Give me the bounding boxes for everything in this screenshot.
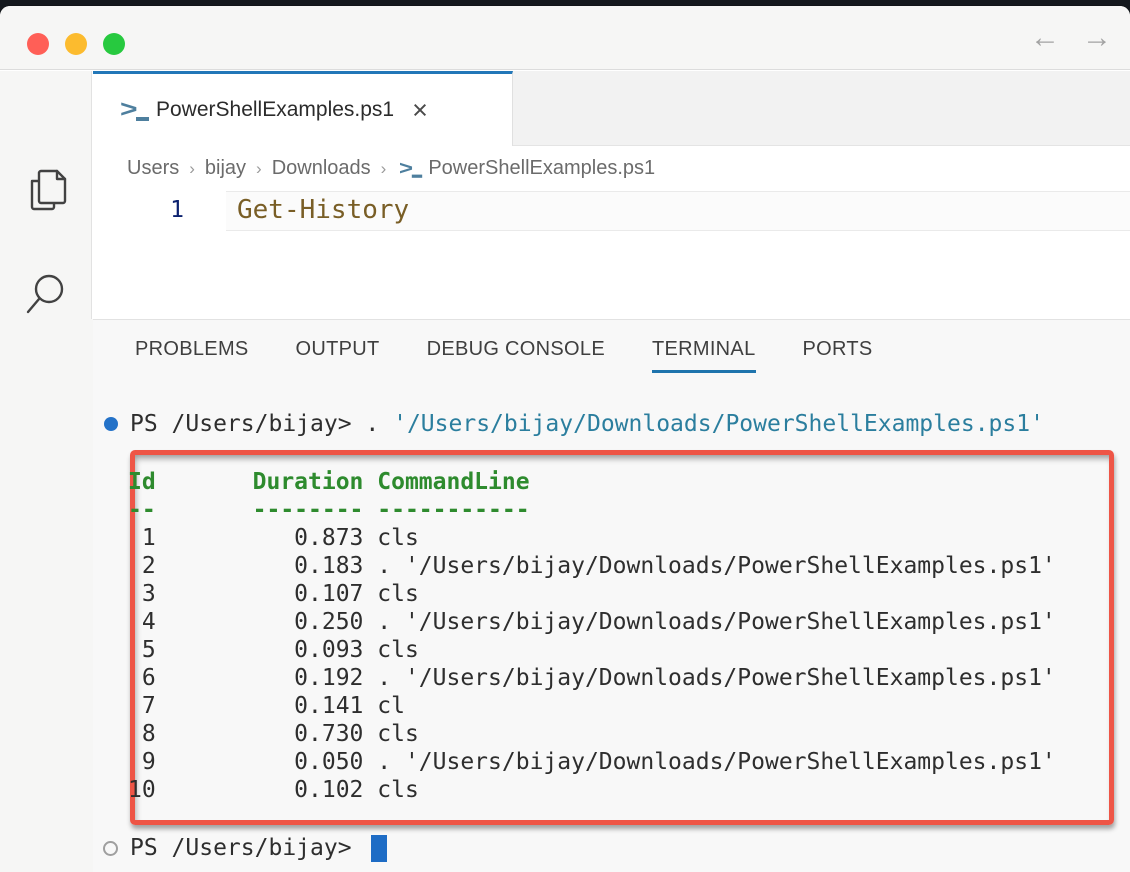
zoom-window-button[interactable] bbox=[103, 33, 125, 55]
terminal-cursor[interactable] bbox=[371, 835, 387, 862]
code-text[interactable]: Get-History bbox=[226, 191, 1130, 231]
table-header: Id Duration CommandLine bbox=[128, 468, 1056, 496]
panel-tab-bar: PROBLEMS OUTPUT DEBUG CONSOLE TERMINAL P… bbox=[135, 338, 873, 373]
breadcrumb-item-downloads[interactable]: Downloads bbox=[272, 157, 371, 180]
tab-output[interactable]: OUTPUT bbox=[296, 338, 380, 373]
table-row: 2 0.183 . '/Users/bijay/Downloads/PowerS… bbox=[128, 552, 1056, 580]
bottom-panel: PROBLEMS OUTPUT DEBUG CONSOLE TERMINAL P… bbox=[93, 319, 1130, 872]
close-tab-icon[interactable]: × bbox=[412, 100, 428, 120]
table-row: 3 0.107 cls bbox=[128, 580, 1056, 608]
chevron-right-icon: › bbox=[381, 159, 387, 179]
pending-command-circle-icon bbox=[103, 841, 118, 856]
table-row: 6 0.192 . '/Users/bijay/Downloads/PowerS… bbox=[128, 664, 1056, 692]
table-header-underline: -- -------- ----------- bbox=[128, 496, 1056, 524]
tab-debug-console[interactable]: DEBUG CONSOLE bbox=[427, 338, 605, 373]
table-row: 4 0.250 . '/Users/bijay/Downloads/PowerS… bbox=[128, 608, 1056, 636]
terminal-prompt: PS /Users/bijay> bbox=[130, 835, 365, 861]
editor-region[interactable]: 1 Get-History bbox=[93, 191, 1130, 319]
close-window-button[interactable] bbox=[27, 33, 49, 55]
vscode-window: ← → bbox=[0, 6, 1130, 872]
tab-ports[interactable]: PORTS bbox=[803, 338, 873, 373]
powershell-icon: > bbox=[120, 97, 150, 123]
tab-powershellexamples[interactable]: > PowerShellExamples.ps1 × bbox=[93, 71, 513, 146]
navigate-forward-icon[interactable]: → bbox=[1082, 23, 1112, 53]
activity-bar-lower bbox=[0, 319, 93, 872]
breadcrumb: Users › bijay › Downloads › > PowerShell… bbox=[93, 146, 1130, 191]
terminal-executed-line[interactable]: PS /Users/bijay> . '/Users/bijay/Downloa… bbox=[93, 410, 1130, 438]
table-row: 1 0.873 cls bbox=[128, 524, 1056, 552]
table-row: 8 0.730 cls bbox=[128, 720, 1056, 748]
table-row: 7 0.141 cl bbox=[128, 692, 1056, 720]
table-row: 5 0.093 cls bbox=[128, 636, 1056, 664]
terminal-output-table: Id Duration CommandLine -- -------- ----… bbox=[128, 468, 1056, 804]
terminal-prompt: PS /Users/bijay> . bbox=[130, 411, 393, 437]
breadcrumb-item-users[interactable]: Users bbox=[127, 157, 179, 180]
powershell-icon: > bbox=[399, 158, 423, 179]
tab-strip bbox=[513, 71, 1130, 146]
table-row: 9 0.050 . '/Users/bijay/Downloads/PowerS… bbox=[128, 748, 1056, 776]
tab-problems[interactable]: PROBLEMS bbox=[135, 338, 249, 373]
line-number: 1 bbox=[93, 191, 226, 231]
search-icon[interactable] bbox=[19, 267, 73, 321]
command-success-dot-icon bbox=[104, 417, 118, 431]
breadcrumb-item-file[interactable]: PowerShellExamples.ps1 bbox=[428, 157, 655, 180]
chevron-right-icon: › bbox=[189, 159, 195, 179]
breadcrumb-item-bijay[interactable]: bijay bbox=[205, 157, 246, 180]
tab-terminal[interactable]: TERMINAL bbox=[652, 338, 756, 373]
table-row: 10 0.102 cls bbox=[128, 776, 1056, 804]
explorer-icon[interactable] bbox=[19, 163, 73, 217]
chevron-right-icon: › bbox=[256, 159, 262, 179]
script-path-argument: '/Users/bijay/Downloads/PowerShellExampl… bbox=[393, 411, 1044, 437]
minimize-window-button[interactable] bbox=[65, 33, 87, 55]
terminal-input-line[interactable]: PS /Users/bijay> bbox=[93, 834, 1130, 862]
code-line-1[interactable]: 1 Get-History bbox=[93, 191, 1130, 231]
tab-label: PowerShellExamples.ps1 bbox=[156, 98, 394, 122]
navigate-back-icon[interactable]: ← bbox=[1030, 23, 1060, 53]
title-bar: ← → bbox=[0, 6, 1130, 70]
